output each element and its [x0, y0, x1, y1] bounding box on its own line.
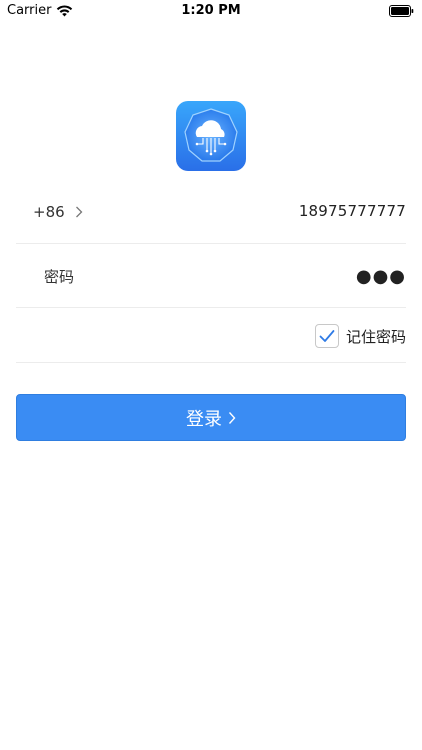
remember-password-toggle[interactable]: 记住密码 — [314, 324, 406, 348]
cloud-circuit-icon — [176, 101, 246, 171]
country-code-selector[interactable]: +86 — [33, 203, 83, 221]
status-bar: Carrier 1:20 PM — [0, 0, 422, 22]
divider-password — [16, 307, 406, 308]
divider-remember — [16, 362, 406, 363]
status-time: 1:20 PM — [181, 3, 241, 18]
divider-phone — [16, 243, 406, 244]
login-screen: Carrier 1:20 PM +86 18975777777 密码 ●●● 记… — [0, 0, 422, 750]
remember-password-checkbox[interactable] — [314, 324, 339, 348]
chevron-right-icon — [75, 206, 83, 218]
chevron-right-icon — [228, 411, 236, 424]
remember-password-label: 记住密码 — [345, 327, 406, 346]
login-button[interactable]: 登录 — [16, 394, 406, 441]
password-label: 密码 — [44, 268, 75, 286]
checkmark-icon — [319, 330, 335, 342]
login-button-label: 登录 — [186, 408, 222, 430]
phone-number-field[interactable]: 18975777777 — [299, 202, 406, 220]
battery-icon — [389, 5, 414, 17]
app-logo — [176, 101, 246, 171]
password-field[interactable]: ●●● — [356, 266, 406, 287]
country-code-label: +86 — [33, 203, 65, 221]
